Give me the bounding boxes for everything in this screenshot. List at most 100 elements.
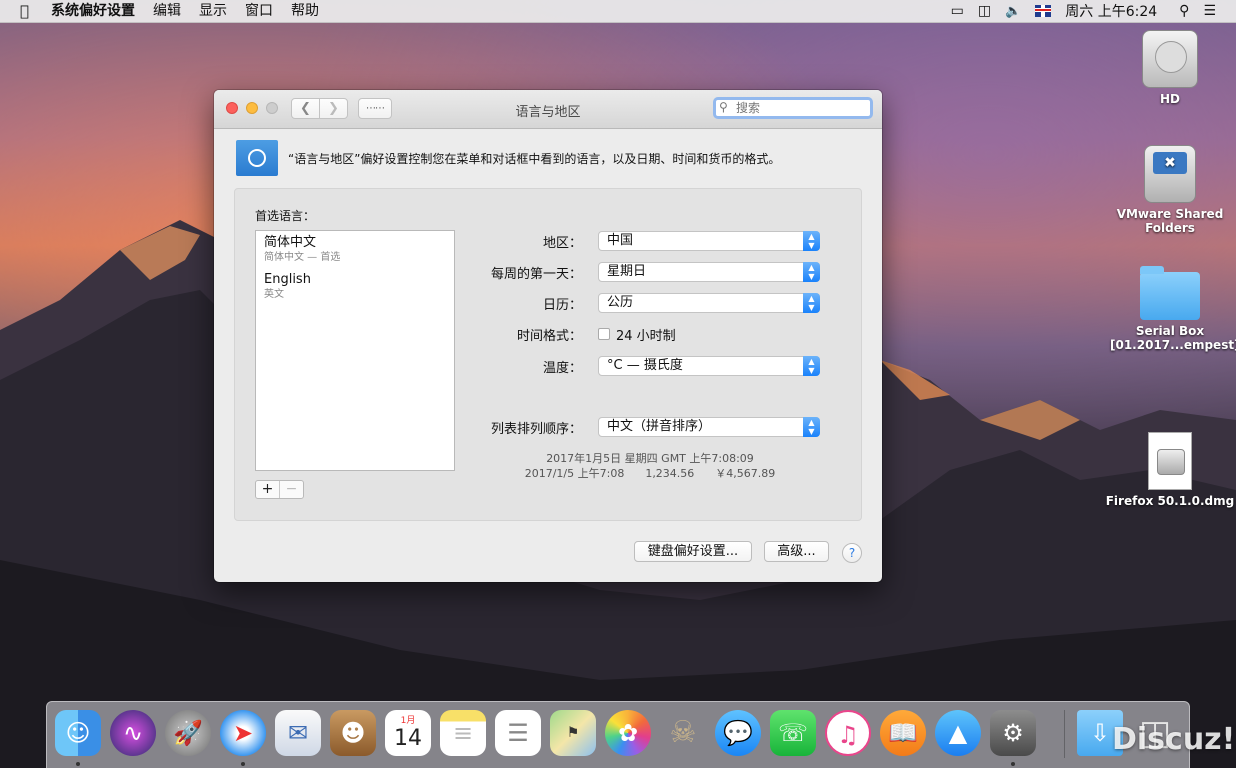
list-item[interactable]: English 英文 — [256, 264, 454, 301]
calendar-month: 1月 — [400, 716, 416, 726]
dock-separator — [1064, 710, 1065, 758]
desktop-icon-label: HD — [1159, 92, 1180, 106]
first-day-row: 每周的第一天： 星期日 ▲ ▼ — [465, 261, 820, 283]
airplay-icon[interactable]: ▭ — [951, 3, 964, 19]
spotlight-search-icon[interactable]: ⚲ — [1179, 3, 1189, 19]
language-name: English — [264, 272, 311, 287]
preferred-languages-label: 首选语言： — [255, 209, 316, 223]
search-input[interactable] — [736, 100, 866, 116]
desktop-icon-hd[interactable]: HD — [1110, 30, 1230, 106]
menu-window[interactable]: 窗口 — [245, 0, 273, 22]
apple-menu-icon[interactable]:  — [20, 2, 29, 20]
popup-arrows-icon: ▲ ▼ — [803, 356, 820, 376]
desktop-icon-label: Serial Box [01.2017...empest] — [1110, 324, 1236, 352]
menu-clock[interactable]: 周六 上午6:24 — [1065, 1, 1157, 21]
calendar-row: 日历： 公历 ▲ ▼ — [465, 292, 820, 314]
popup-arrows-icon: ▲ ▼ — [803, 417, 820, 437]
dock-itunes-icon[interactable]: ♫ — [825, 710, 871, 756]
dock-finder-icon[interactable]: ☺ — [55, 710, 101, 756]
region-row: 地区： 中国 ▲ ▼ — [465, 230, 820, 252]
sort-order-value: 中文（拼音排序） — [607, 419, 712, 434]
menu-help[interactable]: 帮助 — [291, 0, 319, 22]
first-day-value: 星期日 — [607, 264, 647, 279]
calendar-label: 日历： — [542, 297, 582, 313]
running-indicator — [76, 762, 80, 766]
popup-arrows-icon: ▲ ▼ — [803, 231, 820, 251]
sample-date-short: 2017/1/5 上午7:08 1,234.56 ￥4,567.89 — [524, 467, 776, 480]
list-item[interactable]: 简体中文 简体中文 — 首选 — [256, 231, 454, 264]
first-day-popup[interactable]: 星期日 ▲ ▼ — [598, 262, 820, 282]
temperature-label: 温度： — [542, 360, 582, 376]
dock-photos-icon[interactable]: ✿ — [605, 710, 651, 756]
description-row: “语言与地区”偏好设置控制您在菜单和对话框中看到的语言，以及日期、时间和货币的格… — [236, 138, 780, 178]
dock-siri-icon[interactable]: ∿ — [110, 710, 156, 756]
running-indicator — [1011, 762, 1015, 766]
watermark-text: Discuz! — [1112, 722, 1236, 757]
window-titlebar[interactable]: ❮ ❯ ⋯⋯ 语言与地区 ⚲ — [214, 90, 882, 129]
temperature-popup[interactable]: °C — 摄氏度 ▲ ▼ — [598, 356, 820, 376]
dock-safari-icon[interactable]: ➤ — [220, 710, 266, 756]
keyboard-preferences-button[interactable]: 键盘偏好设置... — [634, 541, 752, 562]
remove-language-button[interactable]: − — [280, 481, 303, 498]
time-format-row: 时间格式： 24 小时制 — [465, 323, 676, 345]
help-button[interactable]: ? — [842, 543, 862, 563]
temperature-row: 温度： °C — 摄氏度 ▲ ▼ — [465, 355, 820, 377]
calendar-popup[interactable]: 公历 ▲ ▼ — [598, 293, 820, 313]
desktop-icon-vmware-shared-folders[interactable]: ✖ VMware Shared Folders — [1110, 145, 1230, 235]
folder-icon — [1140, 266, 1200, 320]
volume-icon[interactable]: 🔈 — [1005, 4, 1021, 19]
region-popup[interactable]: 中国 ▲ ▼ — [598, 231, 820, 251]
dock-facetime-icon[interactable]: ☏ — [770, 710, 816, 756]
language-subtitle: 英文 — [264, 289, 284, 300]
un-flag-icon — [236, 140, 278, 176]
popup-arrows-icon: ▲ ▼ — [803, 293, 820, 313]
dock-skull-app-icon[interactable]: ☠ — [660, 710, 706, 756]
search-icon: ⚲ — [719, 100, 728, 114]
24-hour-checkbox-label[interactable]: 24 小时制 — [616, 325, 676, 344]
dock-notes-icon[interactable]: ≡ — [440, 710, 486, 756]
language-subtitle: 简体中文 — 首选 — [264, 252, 341, 263]
desktop-icon-label: Firefox 50.1.0.dmg — [1105, 494, 1235, 508]
dock-maps-icon[interactable]: ⚑ — [550, 710, 596, 756]
search-field[interactable]: ⚲ — [713, 97, 873, 119]
sort-order-popup[interactable]: 中文（拼音排序） ▲ ▼ — [598, 417, 820, 437]
24-hour-checkbox[interactable] — [598, 328, 610, 340]
menu-edit[interactable]: 编辑 — [153, 0, 181, 22]
running-indicator — [241, 762, 245, 766]
calendar-value: 公历 — [607, 295, 634, 310]
advanced-button[interactable]: 高级... — [764, 541, 829, 562]
dock-calendar-icon[interactable]: 1月 14 — [385, 710, 431, 756]
disk-image-icon — [1148, 432, 1192, 490]
desktop-icon-firefox-dmg[interactable]: Firefox 50.1.0.dmg — [1084, 432, 1236, 508]
dock-contacts-icon[interactable]: ☻ — [330, 710, 376, 756]
dock-messages-icon[interactable]: 💬 — [715, 710, 761, 756]
shared-folder-drive-icon: ✖ — [1144, 145, 1196, 203]
dock-system-preferences-icon[interactable]: ⚙ — [990, 710, 1036, 756]
add-language-button[interactable]: + — [256, 481, 280, 498]
menu-app-name[interactable]: 系统偏好设置 — [51, 0, 135, 22]
add-remove-control: + − — [255, 480, 304, 499]
region-value: 中国 — [607, 233, 634, 248]
preferred-languages-list[interactable]: 简体中文 简体中文 — 首选 English 英文 — [255, 230, 455, 471]
settings-panel: 首选语言： 简体中文 简体中文 — 首选 English 英文 + − 地区： … — [234, 188, 862, 521]
dock-mail-icon[interactable]: ✉ — [275, 710, 321, 756]
sort-order-label: 列表排列顺序： — [490, 421, 582, 437]
menu-view[interactable]: 显示 — [199, 0, 227, 22]
dock-launchpad-icon[interactable]: 🚀 — [165, 710, 211, 756]
desktop-icon-serial-box[interactable]: Serial Box [01.2017...empest] — [1110, 266, 1236, 352]
menu-bar:  系统偏好设置 编辑 显示 窗口 帮助 ▭ ◫ 🔈 周六 上午6:24 ⚲ ☰ — [0, 0, 1236, 23]
display-icon[interactable]: ◫ — [978, 3, 991, 19]
format-sample: 2017年1月5日 星期四 GMT 上午7:08:09 2017/1/5 上午7… — [465, 451, 835, 481]
region-label: 地区： — [542, 235, 582, 251]
input-source-flag-icon[interactable] — [1035, 5, 1052, 17]
language-region-window: ❮ ❯ ⋯⋯ 语言与地区 ⚲ “语言与地区”偏好设置控制您在菜单和对话框中看到的… — [214, 90, 882, 582]
dock-app-store-icon[interactable]: ▲ — [935, 710, 981, 756]
dock-reminders-icon[interactable]: ☰ — [495, 710, 541, 756]
language-name: 简体中文 — [264, 235, 317, 250]
notification-center-icon[interactable]: ☰ — [1203, 3, 1216, 19]
calendar-day: 14 — [394, 726, 422, 751]
sample-date-long: 2017年1月5日 星期四 GMT 上午7:08:09 — [546, 452, 754, 465]
dock-ibooks-icon[interactable]: 📖 — [880, 710, 926, 756]
desktop-icon-label: VMware Shared Folders — [1116, 207, 1224, 235]
hard-drive-icon — [1142, 30, 1198, 88]
